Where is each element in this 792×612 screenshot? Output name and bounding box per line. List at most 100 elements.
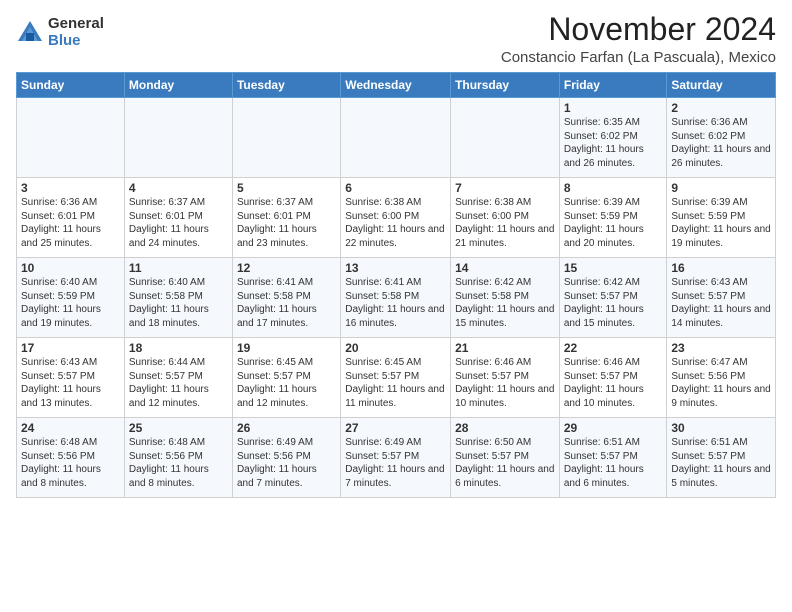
day-info: Sunrise: 6:49 AM Sunset: 5:57 PM Dayligh… xyxy=(345,436,446,490)
calendar-row: 3Sunrise: 6:36 AM Sunset: 6:01 PM Daylig… xyxy=(17,178,776,258)
day-number: 26 xyxy=(237,421,336,435)
day-number: 16 xyxy=(671,261,771,275)
weekday-row: SundayMondayTuesdayWednesdayThursdayFrid… xyxy=(17,73,776,98)
day-number: 1 xyxy=(564,101,663,115)
logo: General Blue xyxy=(16,16,104,49)
day-number: 17 xyxy=(21,341,120,355)
weekday-header: Tuesday xyxy=(232,73,340,98)
day-info: Sunrise: 6:42 AM Sunset: 5:57 PM Dayligh… xyxy=(564,276,663,330)
weekday-header: Sunday xyxy=(17,73,125,98)
location-title: Constancio Farfan (La Pascuala), Mexico xyxy=(501,49,776,66)
day-number: 25 xyxy=(129,421,228,435)
day-info: Sunrise: 6:43 AM Sunset: 5:57 PM Dayligh… xyxy=(21,356,120,410)
weekday-header: Thursday xyxy=(451,73,560,98)
day-number: 6 xyxy=(345,181,446,195)
calendar-cell: 14Sunrise: 6:42 AM Sunset: 5:58 PM Dayli… xyxy=(451,258,560,338)
logo-icon xyxy=(16,19,44,47)
calendar-cell: 1Sunrise: 6:35 AM Sunset: 6:02 PM Daylig… xyxy=(559,98,667,178)
logo-general: General xyxy=(48,16,104,33)
calendar-cell: 5Sunrise: 6:37 AM Sunset: 6:01 PM Daylig… xyxy=(232,178,340,258)
calendar-cell xyxy=(341,98,451,178)
calendar-cell xyxy=(451,98,560,178)
day-info: Sunrise: 6:42 AM Sunset: 5:58 PM Dayligh… xyxy=(455,276,555,330)
day-info: Sunrise: 6:45 AM Sunset: 5:57 PM Dayligh… xyxy=(237,356,336,410)
day-number: 3 xyxy=(21,181,120,195)
calendar-row: 24Sunrise: 6:48 AM Sunset: 5:56 PM Dayli… xyxy=(17,418,776,498)
calendar-cell: 23Sunrise: 6:47 AM Sunset: 5:56 PM Dayli… xyxy=(667,338,776,418)
day-info: Sunrise: 6:50 AM Sunset: 5:57 PM Dayligh… xyxy=(455,436,555,490)
calendar-cell: 8Sunrise: 6:39 AM Sunset: 5:59 PM Daylig… xyxy=(559,178,667,258)
day-info: Sunrise: 6:51 AM Sunset: 5:57 PM Dayligh… xyxy=(671,436,771,490)
day-number: 2 xyxy=(671,101,771,115)
day-number: 24 xyxy=(21,421,120,435)
day-info: Sunrise: 6:37 AM Sunset: 6:01 PM Dayligh… xyxy=(129,196,228,250)
day-info: Sunrise: 6:44 AM Sunset: 5:57 PM Dayligh… xyxy=(129,356,228,410)
calendar-table: SundayMondayTuesdayWednesdayThursdayFrid… xyxy=(16,72,776,498)
day-info: Sunrise: 6:38 AM Sunset: 6:00 PM Dayligh… xyxy=(455,196,555,250)
day-number: 18 xyxy=(129,341,228,355)
day-info: Sunrise: 6:48 AM Sunset: 5:56 PM Dayligh… xyxy=(129,436,228,490)
calendar-cell: 9Sunrise: 6:39 AM Sunset: 5:59 PM Daylig… xyxy=(667,178,776,258)
calendar-cell: 28Sunrise: 6:50 AM Sunset: 5:57 PM Dayli… xyxy=(451,418,560,498)
calendar-cell: 4Sunrise: 6:37 AM Sunset: 6:01 PM Daylig… xyxy=(124,178,232,258)
calendar-row: 17Sunrise: 6:43 AM Sunset: 5:57 PM Dayli… xyxy=(17,338,776,418)
weekday-header: Saturday xyxy=(667,73,776,98)
calendar-cell: 30Sunrise: 6:51 AM Sunset: 5:57 PM Dayli… xyxy=(667,418,776,498)
calendar-cell: 19Sunrise: 6:45 AM Sunset: 5:57 PM Dayli… xyxy=(232,338,340,418)
calendar-cell: 2Sunrise: 6:36 AM Sunset: 6:02 PM Daylig… xyxy=(667,98,776,178)
day-info: Sunrise: 6:46 AM Sunset: 5:57 PM Dayligh… xyxy=(564,356,663,410)
day-info: Sunrise: 6:47 AM Sunset: 5:56 PM Dayligh… xyxy=(671,356,771,410)
day-info: Sunrise: 6:46 AM Sunset: 5:57 PM Dayligh… xyxy=(455,356,555,410)
day-number: 20 xyxy=(345,341,446,355)
logo-blue: Blue xyxy=(48,33,104,50)
day-info: Sunrise: 6:35 AM Sunset: 6:02 PM Dayligh… xyxy=(564,116,663,170)
calendar-cell: 25Sunrise: 6:48 AM Sunset: 5:56 PM Dayli… xyxy=(124,418,232,498)
day-info: Sunrise: 6:49 AM Sunset: 5:56 PM Dayligh… xyxy=(237,436,336,490)
day-number: 23 xyxy=(671,341,771,355)
calendar-cell: 16Sunrise: 6:43 AM Sunset: 5:57 PM Dayli… xyxy=(667,258,776,338)
calendar-cell: 27Sunrise: 6:49 AM Sunset: 5:57 PM Dayli… xyxy=(341,418,451,498)
month-title: November 2024 xyxy=(501,12,776,47)
calendar-header: SundayMondayTuesdayWednesdayThursdayFrid… xyxy=(17,73,776,98)
day-number: 12 xyxy=(237,261,336,275)
day-info: Sunrise: 6:48 AM Sunset: 5:56 PM Dayligh… xyxy=(21,436,120,490)
day-number: 8 xyxy=(564,181,663,195)
day-number: 7 xyxy=(455,181,555,195)
day-number: 13 xyxy=(345,261,446,275)
calendar-cell: 21Sunrise: 6:46 AM Sunset: 5:57 PM Dayli… xyxy=(451,338,560,418)
calendar-body: 1Sunrise: 6:35 AM Sunset: 6:02 PM Daylig… xyxy=(17,98,776,498)
day-info: Sunrise: 6:38 AM Sunset: 6:00 PM Dayligh… xyxy=(345,196,446,250)
day-number: 19 xyxy=(237,341,336,355)
calendar-cell: 18Sunrise: 6:44 AM Sunset: 5:57 PM Dayli… xyxy=(124,338,232,418)
header-row: General Blue November 2024 Constancio Fa… xyxy=(16,12,776,66)
calendar-row: 1Sunrise: 6:35 AM Sunset: 6:02 PM Daylig… xyxy=(17,98,776,178)
calendar-cell: 17Sunrise: 6:43 AM Sunset: 5:57 PM Dayli… xyxy=(17,338,125,418)
day-number: 14 xyxy=(455,261,555,275)
weekday-header: Friday xyxy=(559,73,667,98)
calendar-cell xyxy=(17,98,125,178)
day-info: Sunrise: 6:39 AM Sunset: 5:59 PM Dayligh… xyxy=(671,196,771,250)
calendar-cell: 29Sunrise: 6:51 AM Sunset: 5:57 PM Dayli… xyxy=(559,418,667,498)
calendar-cell: 12Sunrise: 6:41 AM Sunset: 5:58 PM Dayli… xyxy=(232,258,340,338)
day-number: 10 xyxy=(21,261,120,275)
day-number: 27 xyxy=(345,421,446,435)
day-info: Sunrise: 6:43 AM Sunset: 5:57 PM Dayligh… xyxy=(671,276,771,330)
calendar-row: 10Sunrise: 6:40 AM Sunset: 5:59 PM Dayli… xyxy=(17,258,776,338)
day-number: 15 xyxy=(564,261,663,275)
day-info: Sunrise: 6:45 AM Sunset: 5:57 PM Dayligh… xyxy=(345,356,446,410)
calendar-cell: 3Sunrise: 6:36 AM Sunset: 6:01 PM Daylig… xyxy=(17,178,125,258)
calendar-cell: 11Sunrise: 6:40 AM Sunset: 5:58 PM Dayli… xyxy=(124,258,232,338)
day-number: 4 xyxy=(129,181,228,195)
calendar-cell: 7Sunrise: 6:38 AM Sunset: 6:00 PM Daylig… xyxy=(451,178,560,258)
calendar-cell: 24Sunrise: 6:48 AM Sunset: 5:56 PM Dayli… xyxy=(17,418,125,498)
day-info: Sunrise: 6:36 AM Sunset: 6:01 PM Dayligh… xyxy=(21,196,120,250)
calendar-cell xyxy=(124,98,232,178)
day-info: Sunrise: 6:37 AM Sunset: 6:01 PM Dayligh… xyxy=(237,196,336,250)
day-info: Sunrise: 6:36 AM Sunset: 6:02 PM Dayligh… xyxy=(671,116,771,170)
calendar-cell: 13Sunrise: 6:41 AM Sunset: 5:58 PM Dayli… xyxy=(341,258,451,338)
day-number: 22 xyxy=(564,341,663,355)
day-info: Sunrise: 6:41 AM Sunset: 5:58 PM Dayligh… xyxy=(345,276,446,330)
weekday-header: Wednesday xyxy=(341,73,451,98)
day-info: Sunrise: 6:40 AM Sunset: 5:58 PM Dayligh… xyxy=(129,276,228,330)
calendar-cell: 15Sunrise: 6:42 AM Sunset: 5:57 PM Dayli… xyxy=(559,258,667,338)
